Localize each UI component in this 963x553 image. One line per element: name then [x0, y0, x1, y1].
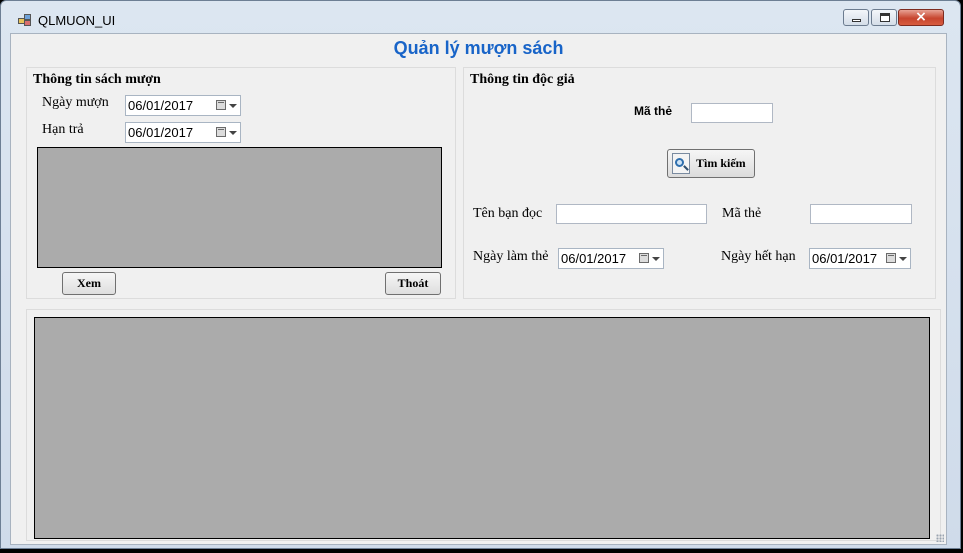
expiry-date-picker[interactable]: 06/01/2017 [809, 248, 911, 269]
minimize-icon [852, 19, 861, 22]
maximize-button[interactable] [871, 9, 897, 26]
chevron-down-icon[interactable] [652, 257, 660, 261]
due-date-label: Hạn trả [42, 122, 84, 137]
borrow-date-picker[interactable]: 06/01/2017 [125, 95, 241, 116]
card-id-label-2: Mã thẻ [722, 206, 762, 221]
title-bar[interactable]: QLMUON_UI × [1, 1, 960, 33]
window-title: QLMUON_UI [38, 13, 116, 28]
issue-date-picker[interactable]: 06/01/2017 [558, 248, 664, 269]
expiry-date-value: 06/01/2017 [812, 251, 878, 266]
reader-name-label: Tên bạn đọc [473, 206, 543, 221]
exit-button[interactable]: Thoát [385, 272, 441, 295]
calendar-icon [216, 127, 226, 137]
minimize-button[interactable] [843, 9, 869, 26]
loan-info-title: Thông tin sách mượn [33, 72, 161, 87]
card-id-label: Mã thẻ [634, 104, 673, 118]
reader-info-title: Thông tin độc giả [470, 72, 575, 87]
chevron-down-icon[interactable] [899, 257, 907, 261]
due-date-value: 06/01/2017 [128, 125, 194, 140]
results-data-grid[interactable] [34, 317, 930, 539]
expiry-date-label: Ngày hết hạn [721, 249, 796, 264]
card-id-input[interactable] [691, 103, 773, 123]
search-button[interactable]: Tìm kiếm [667, 149, 755, 178]
loan-info-group: Thông tin sách mượn Ngày mượn 06/01/2017… [26, 67, 456, 299]
app-window: QLMUON_UI × Quản lý mượn sách Thông tin … [0, 0, 961, 549]
issue-date-value: 06/01/2017 [561, 251, 627, 266]
calendar-icon [216, 100, 226, 110]
search-button-label: Tìm kiếm [696, 156, 746, 170]
close-button[interactable]: × [898, 9, 944, 26]
loan-data-grid[interactable] [37, 147, 442, 268]
results-panel [26, 309, 941, 541]
app-icon [18, 14, 31, 26]
form-client-area: Quản lý mượn sách Thông tin sách mượn Ng… [10, 33, 947, 545]
reader-name-input[interactable] [556, 204, 707, 224]
due-date-picker[interactable]: 06/01/2017 [125, 122, 241, 143]
borrow-date-label: Ngày mượn [42, 95, 109, 110]
view-button[interactable]: Xem [62, 272, 116, 295]
search-icon [672, 153, 690, 174]
close-icon: × [915, 9, 927, 25]
chevron-down-icon[interactable] [229, 131, 237, 135]
card-id-input-2[interactable] [810, 204, 912, 224]
issue-date-label: Ngày làm thẻ [473, 249, 549, 264]
maximize-icon [880, 13, 890, 22]
calendar-icon [639, 253, 649, 263]
page-title: Quản lý mượn sách [393, 38, 564, 58]
chevron-down-icon[interactable] [229, 104, 237, 108]
calendar-icon [886, 253, 896, 263]
borrow-date-value: 06/01/2017 [128, 98, 194, 113]
resize-grip-icon[interactable] [936, 534, 944, 542]
